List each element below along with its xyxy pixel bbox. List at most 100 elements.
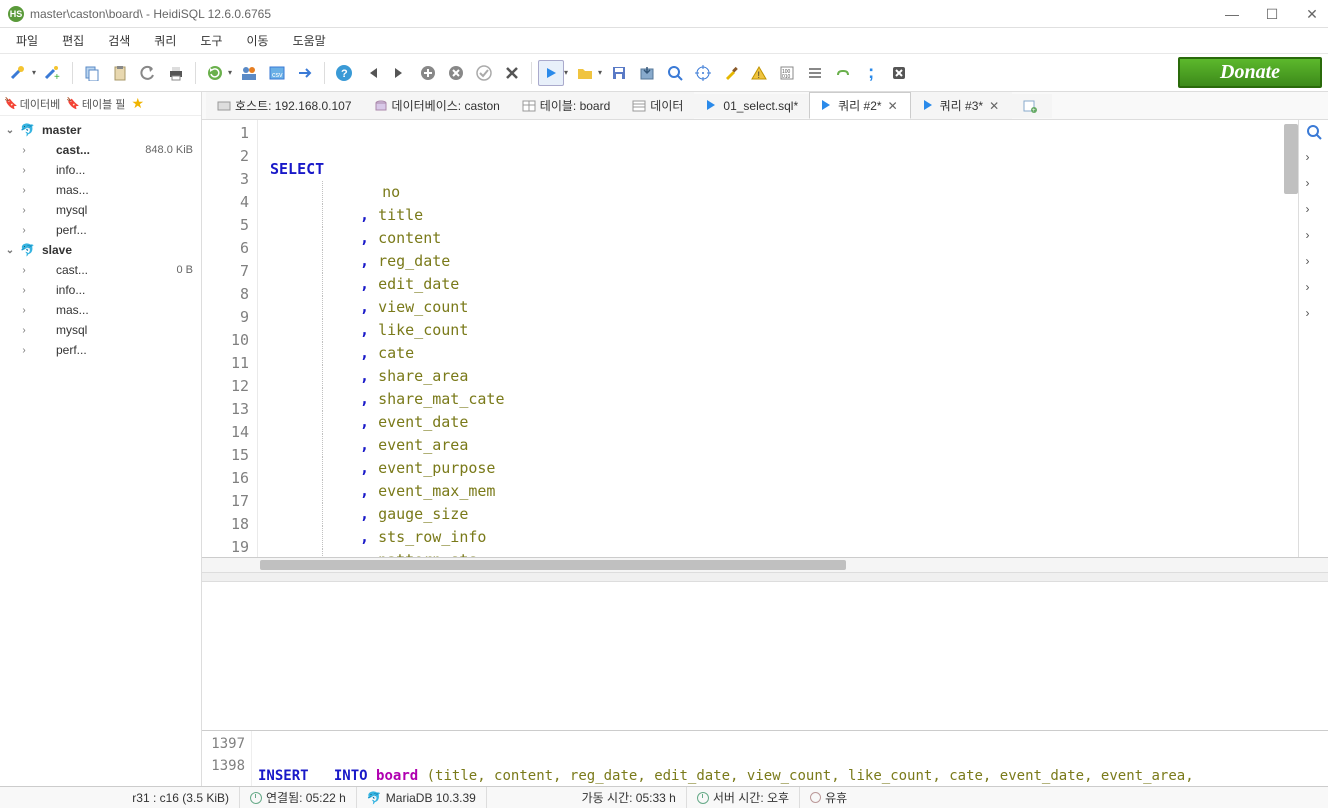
chevron-right-icon[interactable]: › [1306, 254, 1322, 270]
tab[interactable]: 01_select.sql* [694, 94, 809, 118]
cancel-icon[interactable] [499, 60, 525, 86]
tree-database[interactable]: ›info... [0, 280, 201, 300]
tree-database[interactable]: ›perf... [0, 340, 201, 360]
connection-status: 연결됨: 05:22 h [266, 789, 346, 806]
arrow-right-icon[interactable] [292, 60, 318, 86]
first-icon[interactable] [359, 60, 385, 86]
chevron-right-icon[interactable]: › [1306, 202, 1322, 218]
server-state: 유휴 [825, 789, 847, 806]
tab[interactable]: 테이블: board [511, 92, 621, 119]
help-icon[interactable]: ? [331, 60, 357, 86]
menu-query[interactable]: 쿼리 [142, 28, 188, 53]
chevron-right-icon[interactable]: › [1306, 280, 1322, 296]
binary-icon[interactable]: 100010 [774, 60, 800, 86]
close-button[interactable]: ✕ [1304, 6, 1320, 22]
donate-button[interactable]: Donate [1178, 57, 1322, 88]
menu-tools[interactable]: 도구 [188, 28, 234, 53]
users-icon[interactable] [236, 60, 262, 86]
tree-server[interactable]: ⌄🐬master [0, 120, 201, 140]
tree-database[interactable]: ›mas... [0, 300, 201, 320]
copy-icon[interactable] [79, 60, 105, 86]
dropdown-icon[interactable]: ▾ [32, 68, 36, 77]
tab[interactable]: 데이터베이스: caston [363, 92, 511, 119]
scrollbar-horizontal[interactable] [202, 558, 1328, 572]
tab-label: 01_select.sql* [723, 99, 798, 113]
clock-icon [697, 792, 709, 804]
menu-go[interactable]: 이동 [234, 28, 280, 53]
server-time: 서버 시간: 오후 [713, 789, 789, 806]
menu-edit[interactable]: 편집 [50, 28, 96, 53]
play-icon [922, 99, 936, 113]
sql-editor[interactable]: 12345678910111213141516171819 SELECT no,… [202, 120, 1298, 557]
save-icon[interactable] [606, 60, 632, 86]
export-icon[interactable] [634, 60, 660, 86]
tree-database[interactable]: ›mysql [0, 320, 201, 340]
menu-file[interactable]: 파일 [4, 28, 50, 53]
close-icon[interactable]: ✕ [987, 99, 1001, 113]
tab[interactable]: 호스트: 192.168.0.107 [206, 92, 363, 119]
stop-icon[interactable] [886, 60, 912, 86]
new-connection-icon[interactable]: + [40, 60, 66, 86]
chevron-right-icon[interactable]: › [1306, 228, 1322, 244]
zoom-icon[interactable] [662, 60, 688, 86]
columns-icon[interactable] [802, 60, 828, 86]
tree-database[interactable]: ›cast...0 B [0, 260, 201, 280]
target-icon[interactable] [690, 60, 716, 86]
run-icon[interactable] [538, 60, 564, 86]
minimize-button[interactable]: — [1224, 6, 1240, 22]
dropdown-icon[interactable]: ▾ [564, 68, 568, 77]
tree-database[interactable]: ›perf... [0, 220, 201, 240]
maximize-button[interactable]: ☐ [1264, 6, 1280, 22]
remove-icon[interactable] [443, 60, 469, 86]
check-icon[interactable] [471, 60, 497, 86]
paste-icon[interactable] [107, 60, 133, 86]
refresh-icon[interactable] [202, 60, 228, 86]
log-line-number: 1397 [202, 733, 245, 755]
sidebar-tab-db-filter[interactable]: 🔖데이터베 [2, 94, 62, 114]
result-pane [202, 582, 1328, 730]
sidebar-tab-table-filter[interactable]: 🔖테이블 필 [64, 94, 127, 114]
tab[interactable]: + [1012, 94, 1052, 118]
svg-text:?: ? [341, 68, 348, 80]
menu-search[interactable]: 검색 [96, 28, 142, 53]
last-icon[interactable] [387, 60, 413, 86]
menu-help[interactable]: 도움말 [281, 28, 338, 53]
warning-icon[interactable]: ! [746, 60, 772, 86]
tree-database[interactable]: ›info... [0, 160, 201, 180]
print-icon[interactable] [163, 60, 189, 86]
search-icon[interactable] [1306, 124, 1322, 140]
status-bar: r31 : c16 (3.5 KiB) 연결됨: 05:22 h 🐬MariaD… [0, 786, 1328, 808]
scrollbar-vertical[interactable] [1284, 124, 1298, 194]
tab[interactable]: 쿼리 #2* ✕ [809, 92, 911, 119]
chevron-right-icon[interactable]: › [1306, 150, 1322, 166]
undo-icon[interactable] [135, 60, 161, 86]
link-icon[interactable] [830, 60, 856, 86]
host-icon [217, 99, 231, 113]
tree: ⌄🐬master›cast...848.0 KiB›info...›mas...… [0, 116, 201, 786]
tree-database[interactable]: ›cast...848.0 KiB [0, 140, 201, 160]
tab[interactable]: 쿼리 #3*✕ [911, 92, 1013, 119]
toolbar: ▾ + ▾ csv ? ▾ ▾ ! 100010 ; Donate [0, 54, 1328, 92]
brush-icon[interactable] [718, 60, 744, 86]
splitter[interactable] [202, 572, 1328, 582]
tab-label: 쿼리 #2* [838, 97, 881, 114]
tree-database[interactable]: ›mysql [0, 200, 201, 220]
chevron-right-icon[interactable]: › [1306, 306, 1322, 322]
folder-icon[interactable] [572, 60, 598, 86]
tree-database[interactable]: ›mas... [0, 180, 201, 200]
dropdown-icon[interactable]: ▾ [228, 68, 232, 77]
close-icon[interactable]: ✕ [886, 99, 900, 113]
log-line-number: 1398 [202, 755, 245, 777]
csv-icon[interactable]: csv [264, 60, 290, 86]
data-icon [632, 99, 646, 113]
tree-server[interactable]: ⌄🐬slave [0, 240, 201, 260]
window-title: master\caston\board\ - HeidiSQL 12.6.0.6… [30, 7, 271, 21]
chevron-right-icon[interactable]: › [1306, 176, 1322, 192]
connect-icon[interactable] [6, 60, 32, 86]
semicolon-icon[interactable]: ; [858, 60, 884, 86]
play-icon [820, 99, 834, 113]
add-icon[interactable] [415, 60, 441, 86]
tab[interactable]: 데이터 [621, 92, 694, 119]
dropdown-icon[interactable]: ▾ [598, 68, 602, 77]
favorites-icon[interactable]: ★ [129, 93, 146, 114]
